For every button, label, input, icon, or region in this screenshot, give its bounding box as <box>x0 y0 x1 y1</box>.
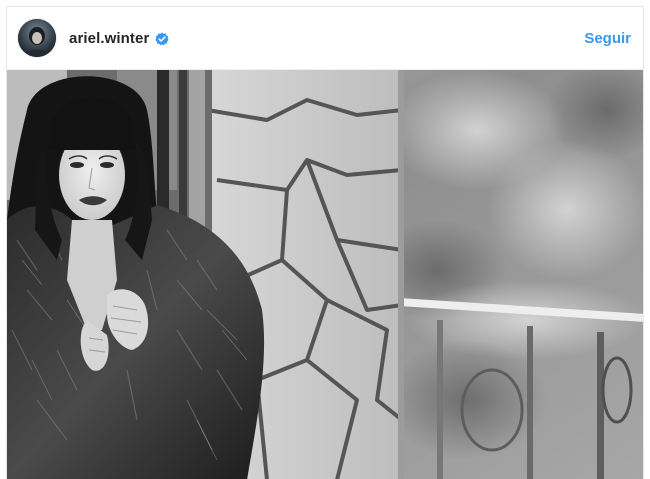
instagram-post: ariel.winter Seguir <box>6 6 644 479</box>
user-avatar[interactable] <box>18 19 56 57</box>
username[interactable]: ariel.winter <box>69 30 149 47</box>
username-block[interactable]: ariel.winter <box>69 7 170 70</box>
verified-badge-icon <box>155 32 170 46</box>
post-header: ariel.winter Seguir <box>7 7 643 70</box>
follow-button[interactable]: Seguir <box>584 7 631 70</box>
post-photo[interactable] <box>7 70 643 479</box>
